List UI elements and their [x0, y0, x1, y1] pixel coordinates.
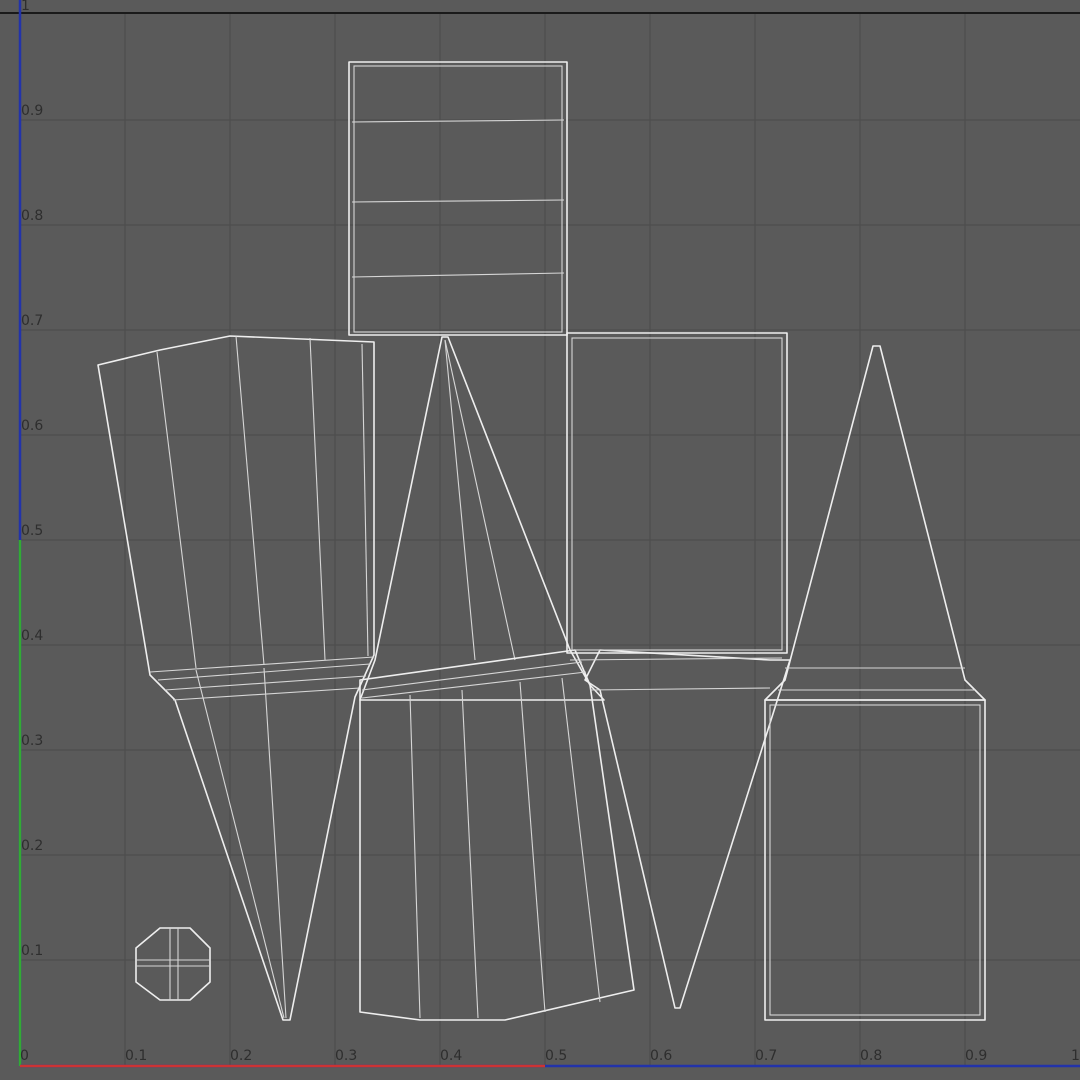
- uv-shell-cylinder-top[interactable]: [348, 61, 568, 336]
- x-tick-label: 0: [20, 1048, 29, 1064]
- uv-shell-left[interactable]: [97, 335, 375, 1021]
- y-tick-label: 0.1: [21, 943, 43, 959]
- y-tick-label: 0.7: [21, 313, 43, 329]
- x-tick-label: 0.1: [125, 1048, 147, 1064]
- uv-shells[interactable]: [97, 61, 986, 1021]
- x-tick-label: 0.5: [545, 1048, 567, 1064]
- x-tick-label: 0.4: [440, 1048, 462, 1064]
- y-tick-label: 0.9: [21, 103, 43, 119]
- x-tick-label: 0.6: [650, 1048, 672, 1064]
- x-tick-label: 0.9: [965, 1048, 987, 1064]
- x-tick-label: 0.3: [335, 1048, 357, 1064]
- uv-canvas[interactable]: 0 0.1 0.2 0.3 0.4 0.5 0.6 0.7 0.8 0.9 1 …: [0, 0, 1080, 1080]
- uv-shell-box-right[interactable]: [566, 332, 788, 691]
- y-tick-label: 0.2: [21, 838, 43, 854]
- y-tick-label: 1: [21, 0, 30, 14]
- x-tick-label: 0.8: [860, 1048, 882, 1064]
- x-tick-label: 0.2: [230, 1048, 252, 1064]
- uv-shell-cap-disc[interactable]: [135, 927, 211, 1001]
- uv-editor-viewport[interactable]: 0 0.1 0.2 0.3 0.4 0.5 0.6 0.7 0.8 0.9 1 …: [0, 0, 1080, 1080]
- y-tick-label: 0.4: [21, 628, 43, 644]
- uv-shell-cone-right[interactable]: [764, 345, 986, 701]
- y-tick-label: 0.6: [21, 418, 43, 434]
- uv-shell-cylinder-bottom[interactable]: [359, 649, 635, 1021]
- uv-shell-cylinder-right[interactable]: [764, 699, 986, 1021]
- x-tick-label: 0.7: [755, 1048, 777, 1064]
- x-tick-label: 1: [1071, 1048, 1080, 1064]
- uv-grid: [20, 12, 1080, 1065]
- y-tick-label: 0.3: [21, 733, 43, 749]
- uv-shell-spike-center[interactable]: [584, 649, 791, 1009]
- y-tick-label: 0.5: [21, 523, 43, 539]
- y-tick-label: 0.8: [21, 208, 43, 224]
